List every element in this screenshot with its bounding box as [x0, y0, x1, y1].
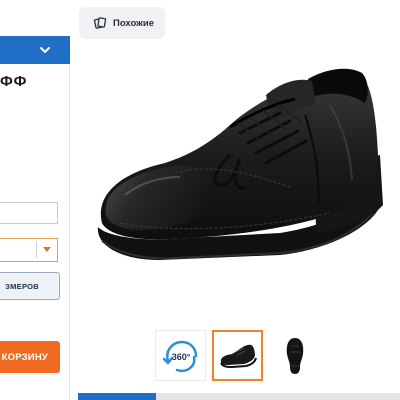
add-to-cart-label: КОРЗИНУ — [1, 351, 48, 363]
product-page: ФФ ЗМЕРОВ КОРЗИНУ Похожие 360° — [0, 0, 400, 400]
shoe-sole-thumb — [286, 337, 303, 374]
size-input[interactable] — [0, 202, 58, 224]
thumbnail-360[interactable]: 360° — [155, 330, 206, 381]
thumbnail-strip: 360° — [155, 330, 320, 381]
similar-label: Похожие — [113, 17, 154, 29]
caret-down-icon — [43, 247, 51, 252]
size-chart-label: ЗМЕРОВ — [5, 281, 39, 291]
bottom-tab-active[interactable] — [78, 393, 156, 400]
category-dropdown-bar[interactable] — [0, 36, 70, 64]
shoe-side-thumb — [219, 344, 257, 368]
similar-cards-icon — [93, 17, 107, 29]
rotate-360-label: 360° — [171, 352, 190, 362]
rotate-360-icon: 360° — [162, 340, 197, 372]
select-divider — [36, 242, 37, 258]
size-chart-button[interactable]: ЗМЕРОВ — [0, 272, 60, 300]
thumbnail-shoe-side[interactable] — [212, 330, 263, 381]
thumbnail-shoe-sole[interactable] — [269, 330, 320, 381]
add-to-cart-button[interactable]: КОРЗИНУ — [0, 341, 60, 373]
similar-button[interactable]: Похожие — [79, 7, 165, 39]
panel-top — [0, 0, 70, 36]
product-info-panel: ФФ ЗМЕРОВ КОРЗИНУ — [0, 0, 70, 400]
chevron-down-icon — [40, 47, 50, 53]
product-title: ФФ — [0, 73, 28, 90]
product-photo — [97, 68, 383, 260]
size-select[interactable] — [0, 238, 58, 262]
